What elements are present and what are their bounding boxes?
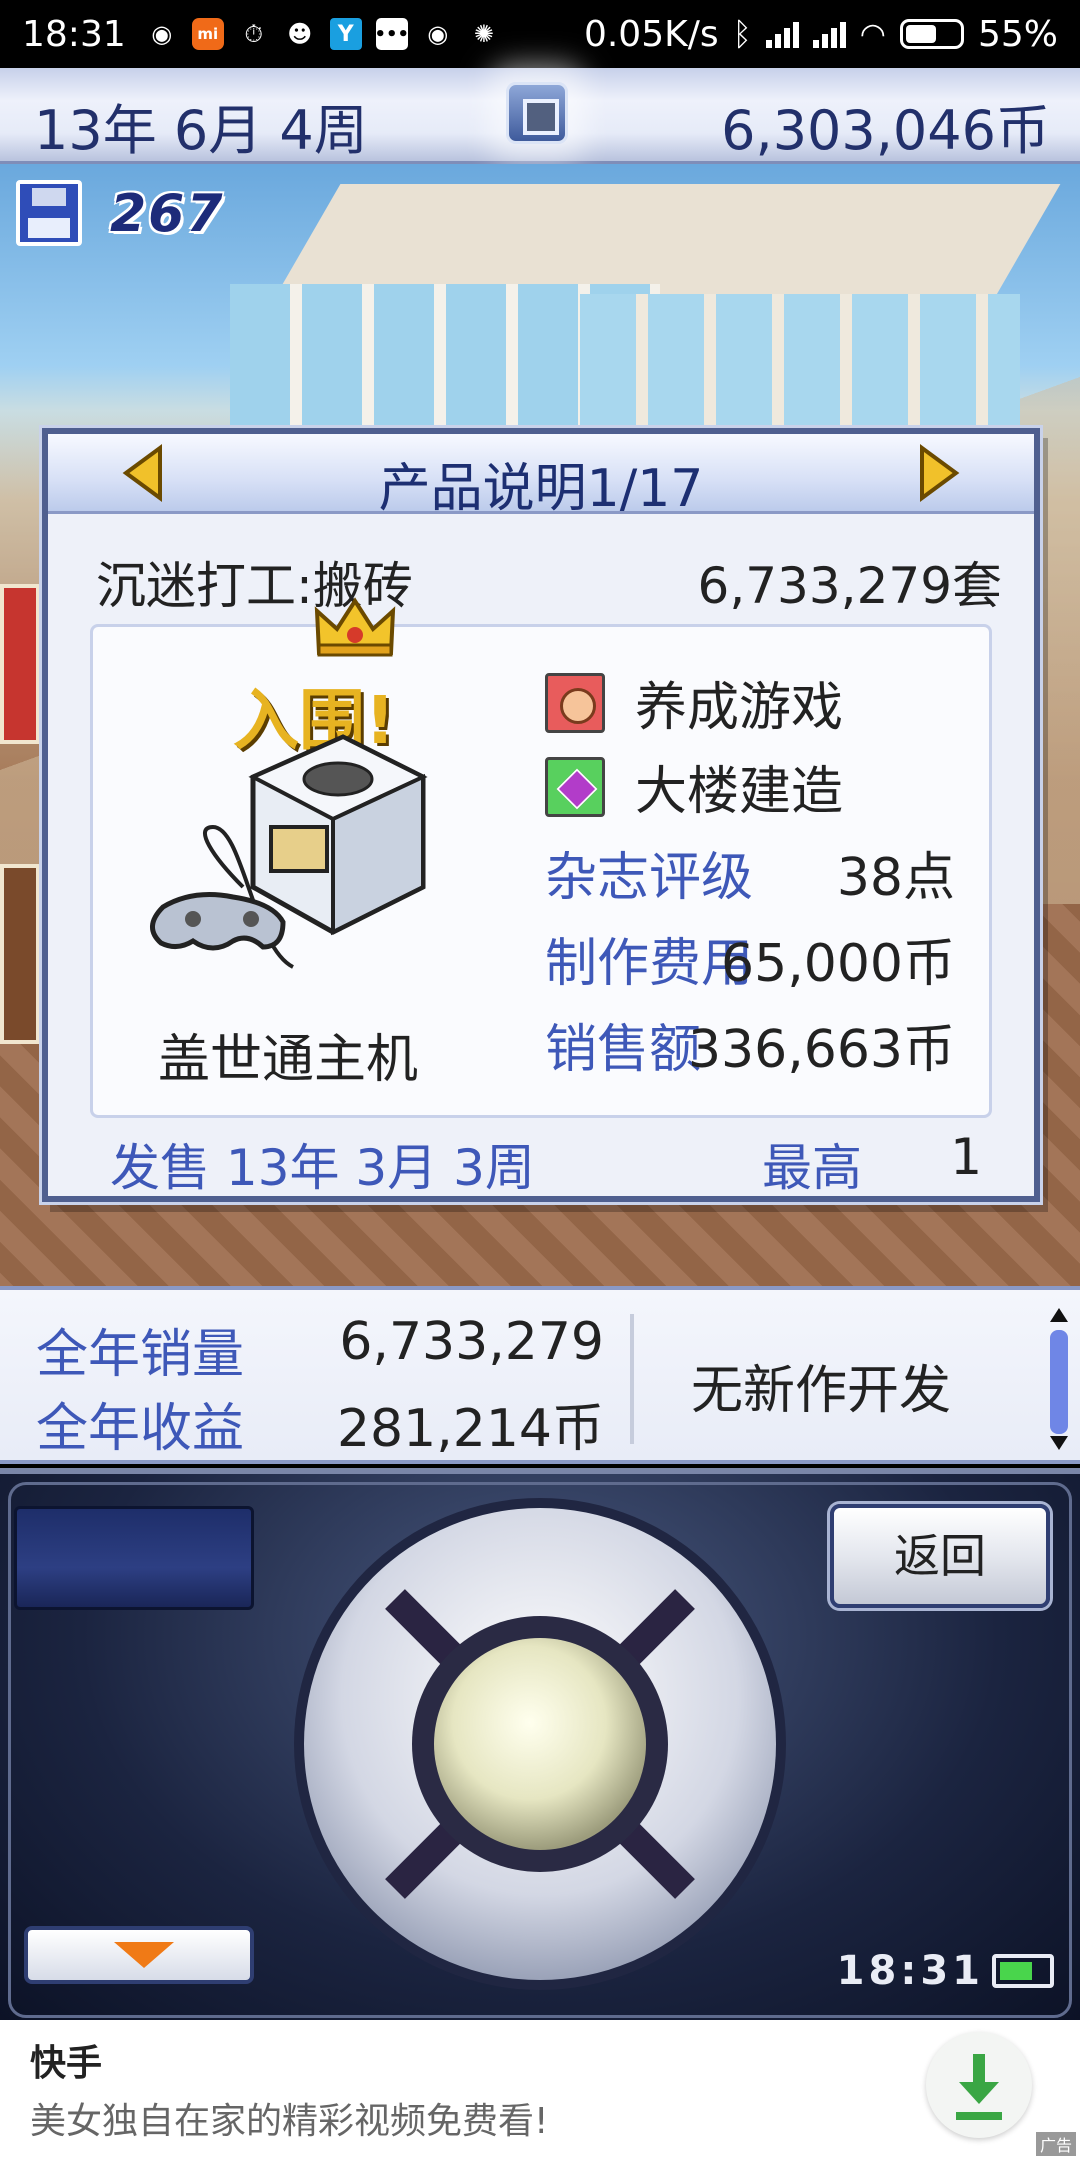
battery-icon xyxy=(992,1954,1054,1988)
battery-percent: 55% xyxy=(977,13,1058,55)
stat-value: 38点 xyxy=(836,848,955,908)
development-status: 无新作开发 xyxy=(690,1361,951,1421)
theme-row: 大楼建造 xyxy=(545,749,843,824)
compass-icon: ✺ xyxy=(473,20,494,48)
rank-value: 1 xyxy=(950,1128,982,1186)
location-icon: ◉ xyxy=(427,20,449,48)
signal-icon xyxy=(812,20,846,48)
dpad[interactable] xyxy=(290,1494,790,1994)
down-arrow-button[interactable] xyxy=(24,1926,254,1984)
summary-scrollbar[interactable] xyxy=(1048,1308,1070,1450)
ad-banner[interactable]: 快手 美女独自在家的精彩视频免费看! 广告 xyxy=(0,2020,1080,2160)
release-date: 发售 13年 3月 3周 xyxy=(110,1139,535,1197)
function-button[interactable] xyxy=(14,1506,254,1610)
theme-label: 大楼建造 xyxy=(635,762,844,822)
vending-machine xyxy=(0,584,40,744)
controller-clock: 18:31 xyxy=(836,1948,984,1994)
summary-divider xyxy=(630,1314,634,1444)
genre-label: 养成游戏 xyxy=(635,678,844,738)
money-display: 6,303,046币 xyxy=(721,99,1050,162)
menu-button[interactable] xyxy=(506,82,568,144)
location-icon: ◉ xyxy=(151,20,173,48)
save-disk-icon[interactable] xyxy=(16,180,82,246)
pig-icon: ☻ xyxy=(287,20,313,48)
scroll-down-icon[interactable] xyxy=(1050,1436,1068,1450)
game-header: 13年 6月 4周 6,303,046币 xyxy=(0,68,1080,164)
annual-revenue-label: 全年收益 xyxy=(36,1399,245,1459)
annual-sales-label: 全年销量 xyxy=(36,1325,245,1385)
stat-value: 65,000币 xyxy=(721,934,955,994)
battery-icon xyxy=(899,19,964,49)
status-bar: 18:31 ◉ mi ⏱ ☻ Y ••• ◉ ✺ 0.05K/s ᛒ ◠ 55% xyxy=(0,0,1080,68)
stat-label: 杂志评级 xyxy=(545,848,754,908)
rank-label: 最高 xyxy=(762,1139,862,1197)
notification-icons: ◉ mi ⏱ ☻ Y ••• ◉ ✺ xyxy=(146,18,500,50)
bookshelf xyxy=(0,864,40,1044)
ad-tag: 广告 xyxy=(1035,2132,1076,2156)
annual-revenue-value: 281,214币 xyxy=(336,1399,604,1459)
genre-face-icon xyxy=(545,672,605,733)
game-date: 13年 6月 4周 xyxy=(34,99,368,162)
crown-icon xyxy=(314,597,396,657)
y-app-icon: Y xyxy=(329,18,362,50)
scroll-thumb[interactable] xyxy=(1050,1330,1068,1434)
annual-sales-value: 6,733,279 xyxy=(339,1312,604,1372)
theme-gem-icon xyxy=(545,756,605,817)
annual-summary-panel: 全年销量 6,733,279 全年收益 281,214币 无新作开发 xyxy=(0,1286,1080,1464)
dialog-title: 产品说明1/17 xyxy=(378,459,704,519)
product-detail-box: 入围! 盖世通主机 养成游戏 大楼建造 杂志评级 38点 制作费用 65,000… xyxy=(90,597,992,1118)
stopwatch-icon: ⏱ xyxy=(244,20,264,48)
stat-value: 336,663币 xyxy=(687,1020,955,1080)
message-icon: ••• xyxy=(375,18,409,50)
status-right: 0.05K/s ᛒ ◠ 55% xyxy=(584,0,1058,68)
stat-label: 销售额 xyxy=(545,1020,702,1080)
mi-icon: mi xyxy=(191,18,224,50)
signal-icon xyxy=(765,20,799,48)
dialog-title-bar: 产品说明1/17 xyxy=(48,434,1034,519)
dpad-center-button[interactable] xyxy=(434,1638,646,1850)
status-time: 18:31 xyxy=(22,13,126,55)
genre-row: 养成游戏 xyxy=(545,665,843,740)
download-icon[interactable] xyxy=(926,2032,1032,2138)
product-info-dialog: 产品说明1/17 沉迷打工:搬砖 6,733,279套 入围! 盖世通主机 养成… xyxy=(42,428,1040,1202)
console-name: 盖世通主机 xyxy=(157,1030,418,1090)
wifi-icon: ◠ xyxy=(859,16,886,52)
back-button[interactable]: 返回 xyxy=(830,1504,1050,1608)
net-speed: 0.05K/s xyxy=(583,13,719,55)
save-count: 267 xyxy=(110,184,225,244)
units-sold: 6,733,279套 xyxy=(697,557,1002,615)
next-arrow-icon[interactable] xyxy=(918,444,962,502)
bluetooth-icon: ᛒ xyxy=(732,15,752,53)
game-screen: 18:31 ◉ mi ⏱ ☻ Y ••• ◉ ✺ 0.05K/s ᛒ ◠ 55% xyxy=(0,0,1080,2160)
ad-description: 美女独自在家的精彩视频免费看! xyxy=(30,2101,549,2142)
virtual-controller: 返回 18:31 xyxy=(0,1468,1080,2020)
ad-app-name: 快手 xyxy=(30,2043,103,2084)
scroll-up-icon[interactable] xyxy=(1050,1308,1068,1322)
game-console-icon xyxy=(150,734,428,969)
